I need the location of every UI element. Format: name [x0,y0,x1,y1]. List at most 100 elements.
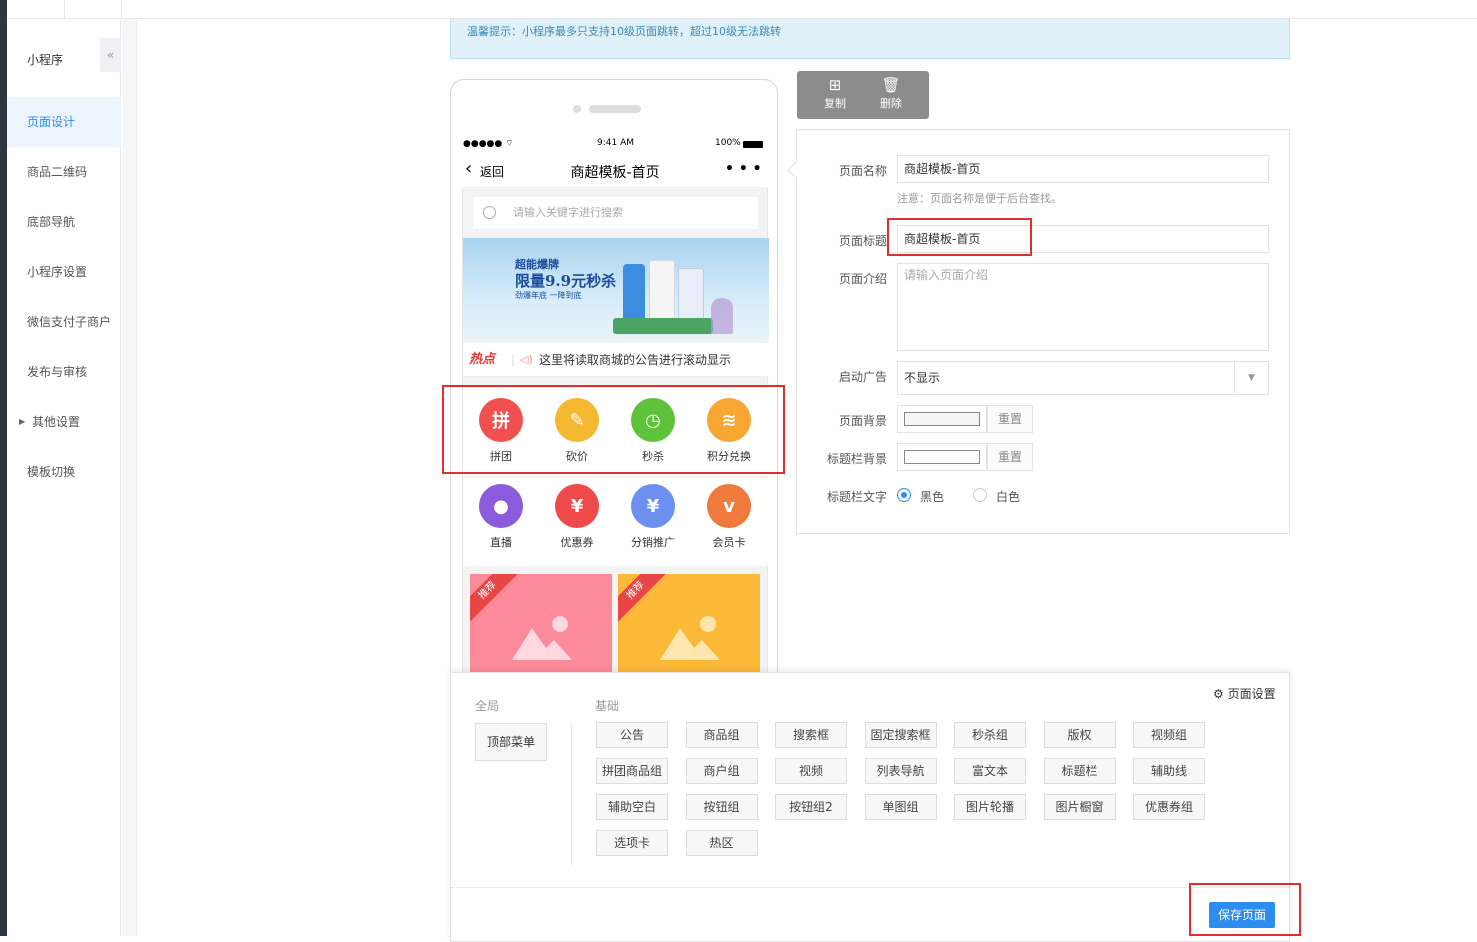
sidebar-item-settings[interactable]: 小程序设置 [7,247,121,297]
status-bar: ●●●●● ⌔ 9:41 AM 100% [463,138,767,152]
color-swatch [904,412,980,426]
component-button[interactable]: 版权 [1043,722,1116,748]
divider: | [511,353,516,367]
reset-bg-button[interactable]: 重置 [987,405,1033,433]
sidebar-collapse-icon[interactable]: « [100,38,121,72]
radio-black[interactable] [897,488,911,502]
component-button[interactable]: 列表导航 [864,758,937,784]
nav-item-distribution[interactable]: ¥ 分销推广 [615,484,691,550]
component-button[interactable]: 商户组 [685,758,758,784]
color-swatch [904,450,980,464]
component-button[interactable]: 标题栏 [1043,758,1116,784]
search-icon [483,206,496,219]
component-button[interactable]: 按钮组2 [775,794,847,820]
sidebar-title: 小程序 [27,53,64,67]
announcement-bar[interactable]: 热点 | ◁) 这里将读取商城的公告进行滚动显示 [463,343,769,377]
component-button[interactable]: 图片轮播 [954,794,1026,820]
sidebar-item-label: 微信支付子商户 [27,315,112,329]
battery-icon [743,141,763,148]
sidebar-item-label: 底部导航 [27,215,76,229]
component-button[interactable]: 搜索框 [775,722,847,748]
ad-label: 启动广告 [838,370,887,384]
bg-label: 页面背景 [838,414,887,428]
copy-label: 复制 [824,97,846,110]
component-button[interactable]: 富文本 [954,758,1026,784]
more-icon[interactable]: • • • [725,161,762,177]
radio-black-label: 黑色 [920,490,945,504]
sidebar-item-wechat-pay[interactable]: 微信支付子商户 [7,297,121,347]
icon-nav-row-2: ● 直播 ¥ 优惠券 ¥ 分销推广 v 会员卡 [463,478,769,566]
product-bottle-image [649,260,675,324]
page-bg-color-picker[interactable] [897,405,987,433]
promo-banner[interactable]: 超能爆牌 限量9.9元秒杀 劲爆年底 一降到底 [463,238,769,342]
component-button[interactable]: 图片橱窗 [1043,794,1116,820]
titlebar-bg-color-picker[interactable] [897,443,987,471]
delete-button[interactable]: 🗑 删除 [869,75,913,111]
component-button[interactable]: 公告 [596,722,668,748]
banner-line3: 劲爆年底 一降到底 [515,291,582,300]
panel-divider [571,723,572,865]
copy-button[interactable]: ⊞ 复制 [813,75,857,111]
sidebar-item-publish[interactable]: 发布与审核 [7,347,121,397]
nav-item-label: 会员卡 [712,536,746,549]
component-button[interactable]: 商品组 [685,722,758,748]
page-settings-link[interactable]: ⚙ 页面设置 [1213,685,1276,702]
reset-titlebar-bg-button[interactable]: 重置 [987,443,1033,471]
page-settings-form: 页面名称 商超模板-首页 注意：页面名称是便于后台查找。 页面标题 商超模板-首… [787,129,1290,534]
radio-white[interactable] [973,488,987,502]
top-bar-cell [65,0,122,18]
status-time: 9:41 AM [597,138,634,148]
sidebar-item-qrcode[interactable]: 商品二维码 [7,147,121,197]
sidebar-item-other-settings[interactable]: ▶ 其他设置 [7,397,121,447]
component-button[interactable]: 固定搜索框 [864,722,937,748]
component-button[interactable]: 秒杀组 [954,722,1026,748]
component-button[interactable]: 按钮组 [685,794,758,820]
phone-search-box[interactable]: 请输入关键字进行搜索 [473,197,758,229]
chevron-down-icon: ▼ [1234,362,1268,394]
hot-tag: 热点 [469,352,496,367]
component-button[interactable]: 视频 [775,758,847,784]
name-hint: 注意：页面名称是便于后台查找。 [897,192,1062,205]
phone-page-title: 商超模板-首页 [570,165,660,181]
image-placeholder-icon [512,616,572,660]
component-button[interactable]: 选项卡 [596,830,668,856]
nav-item-coupon[interactable]: ¥ 优惠券 [539,484,615,550]
component-button[interactable]: 拼团商品组 [596,758,668,784]
camera-icon [573,105,581,113]
nav-item-label: 分销推广 [631,536,675,549]
ad-select[interactable]: 不显示 ▼ [897,361,1269,395]
product-box-image [613,318,713,334]
titlebar-bg-label: 标题栏背景 [826,452,887,466]
top-menu-button[interactable]: 顶部菜单 [475,723,547,761]
tip-notice: 温馨提示：小程序最多只支持10级页面跳转，超过10级无法跳转 [450,19,1290,59]
lavender-image [711,298,733,334]
sidebar-item-bottom-nav[interactable]: 底部导航 [7,197,121,247]
nav-item-member-card[interactable]: v 会员卡 [691,484,767,550]
trash-icon: 🗑 [881,76,901,94]
top-bar-cell [0,0,65,18]
search-placeholder: 请输入关键字进行搜索 [513,206,623,219]
title-label: 页面标题 [838,234,887,248]
product-bottle-image [678,268,704,324]
delete-label: 删除 [880,97,902,110]
speaker-icon [589,105,641,113]
sidebar-item-template-switch[interactable]: 模板切换 [7,447,121,497]
page-intro-textarea[interactable]: 请输入页面介绍 [897,263,1269,351]
page-name-input[interactable]: 商超模板-首页 [897,155,1269,183]
money-bag-icon: ¥ [631,484,675,528]
panel-footer-divider [451,887,1289,888]
component-button[interactable]: 热区 [685,830,758,856]
sidebar-item-page-design[interactable]: 页面设计 [7,97,121,147]
image-placeholder-icon [660,616,720,660]
component-button[interactable]: 辅助空白 [596,794,668,820]
live-chat-icon: ● [479,484,523,528]
component-button[interactable]: 优惠券组 [1133,794,1205,820]
main-nav-strip [0,0,7,936]
component-button[interactable]: 辅助线 [1133,758,1205,784]
component-button[interactable]: 视频组 [1133,722,1205,748]
component-button[interactable]: 单图组 [864,794,937,820]
highlight-box [442,385,785,474]
nav-item-live[interactable]: ● 直播 [463,484,539,550]
banner-line2: 限量9.9元秒杀 [515,272,617,290]
nav-item-label: 直播 [490,536,512,549]
